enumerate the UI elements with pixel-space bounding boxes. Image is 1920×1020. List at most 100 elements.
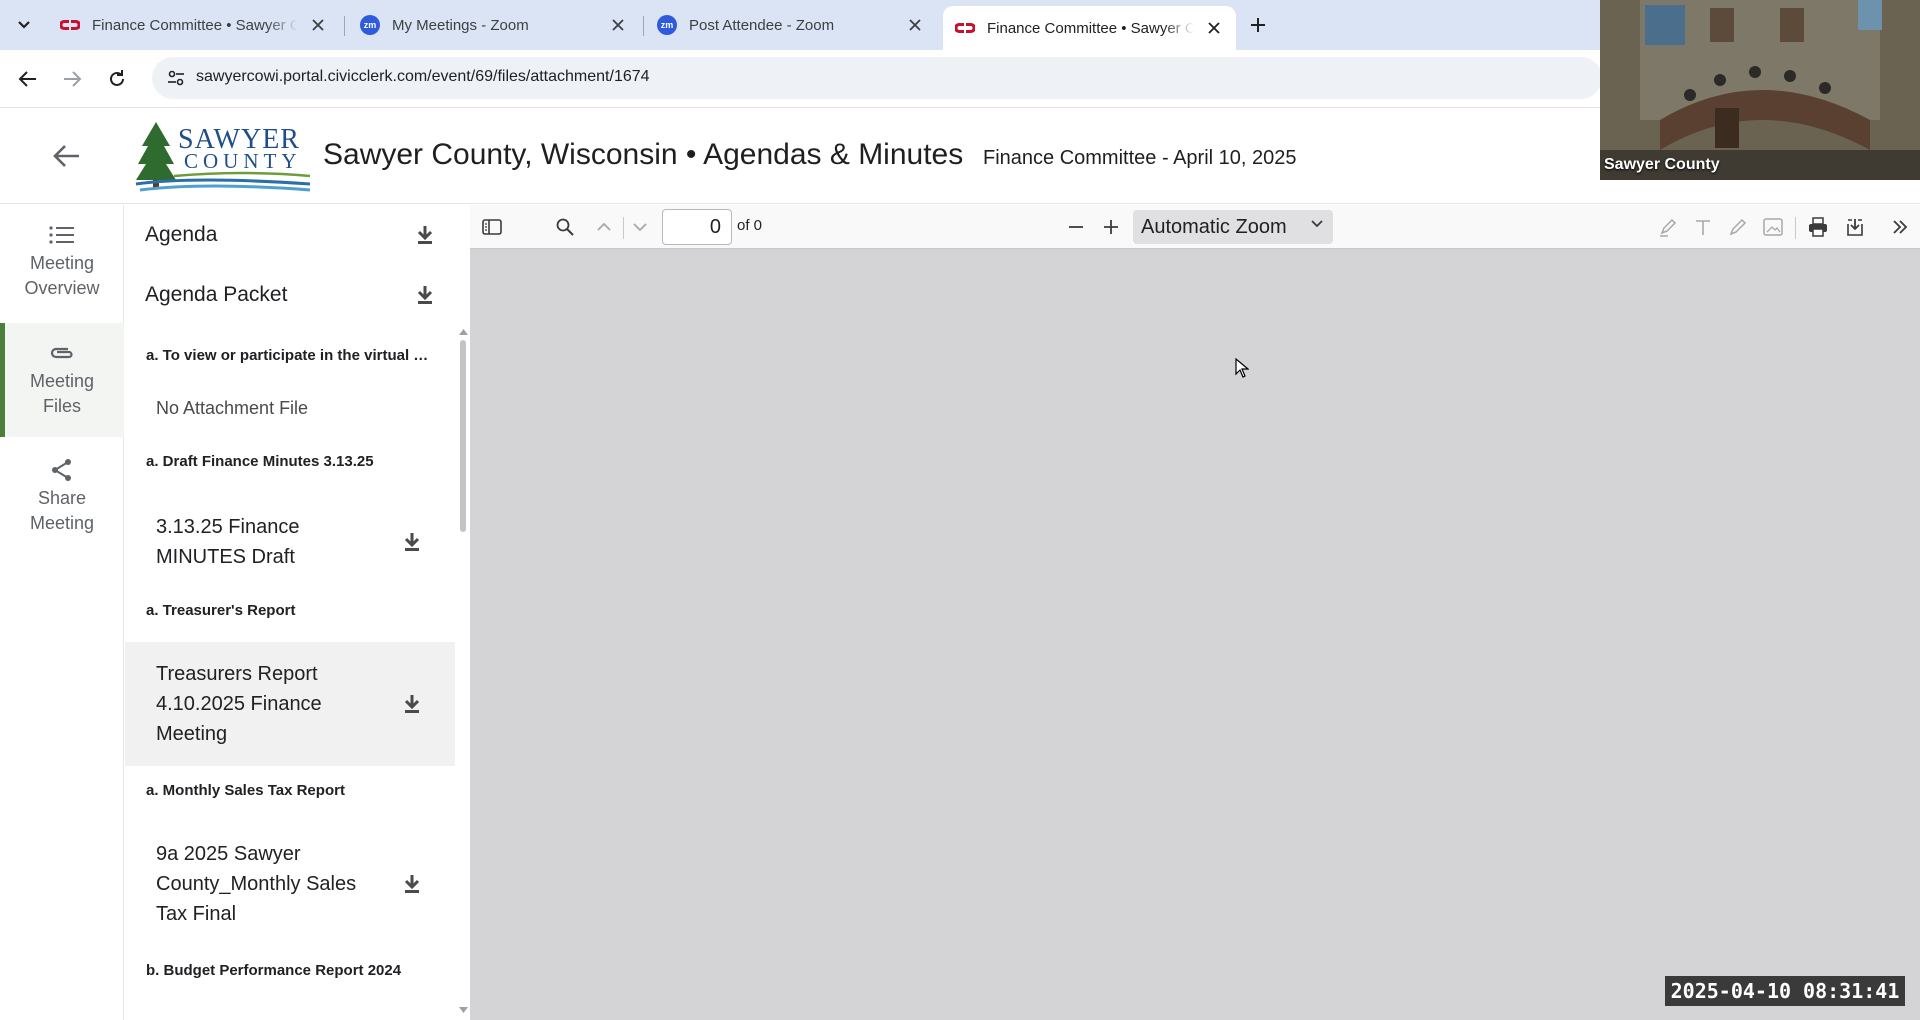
chevron-down-icon [18, 21, 30, 29]
double-chevron-right-icon[interactable] [1888, 215, 1912, 239]
zoom-in-icon[interactable] [1099, 215, 1123, 239]
file-row[interactable]: 9a 2025 Sawyer County_Monthly Sales Tax … [125, 822, 455, 946]
next-page-icon[interactable] [628, 215, 652, 239]
rail-label: Meeting [29, 371, 95, 391]
meeting-files-panel: Agenda Agenda Packet a. To view or parti… [125, 205, 470, 1020]
tab-title: Finance Committee • Sawyer County [92, 16, 298, 34]
back-arrow-icon[interactable] [52, 143, 82, 169]
files-scrollbar-thumb[interactable] [460, 340, 466, 532]
rail-item-meeting-overview[interactable]: Meeting Overview [0, 205, 124, 319]
toolbar-divider [623, 217, 624, 239]
download-icon[interactable] [402, 531, 422, 553]
file-name: Treasurers Report 4.10.2025 Finance Meet… [156, 663, 322, 745]
forward-button[interactable] [57, 64, 87, 94]
no-attachment-text: No Attachment File [156, 398, 309, 418]
file-name: 9a 2025 Sawyer County_Monthly Sales Tax … [156, 843, 357, 925]
file-name: 3.13.25 Finance MINUTES Draft [156, 516, 300, 568]
download-icon[interactable] [402, 693, 422, 715]
agenda-label: Agenda [145, 223, 218, 246]
scroll-down-icon[interactable] [459, 1007, 468, 1013]
chevron-down-icon [1311, 220, 1323, 228]
image-icon[interactable] [1761, 215, 1785, 239]
download-icon[interactable] [415, 284, 435, 306]
arrow-left-icon [18, 71, 36, 87]
svg-text:COUNTY: COUNTY [184, 149, 302, 173]
close-icon[interactable] [1204, 18, 1224, 38]
scroll-up-icon[interactable] [459, 329, 468, 335]
video-participant-label: Sawyer County [1604, 156, 1720, 173]
rail-label: Overview [24, 278, 100, 298]
print-icon[interactable] [1806, 215, 1830, 239]
browser-tab-4-active[interactable]: Finance Committee • Sawyer County [943, 6, 1236, 50]
pdf-toolbar: 0 of 0 Automatic Zoom [470, 205, 1920, 249]
section-label: a. To view or participate in the virtual… [146, 347, 429, 364]
page-count-text: of 0 [737, 217, 763, 234]
text-tool-icon[interactable] [1691, 215, 1715, 239]
files-scrollbar[interactable] [455, 205, 470, 1020]
address-bar[interactable]: sawyercowi.portal.civicclerk.com/event/6… [152, 57, 1602, 99]
file-row[interactable]: 3.13.25 Finance MINUTES Draft [125, 495, 455, 589]
zoom-icon: zm [360, 15, 380, 35]
share-icon [48, 458, 76, 482]
file-row[interactable]: Treasurers Report 4.10.2025 Finance Meet… [125, 642, 455, 766]
tab-title: My Meetings - Zoom [392, 16, 529, 34]
section-label: a. Draft Finance Minutes 3.13.25 [146, 453, 374, 470]
highlight-icon[interactable] [1656, 215, 1680, 239]
sawyer-county-logo[interactable]: SAWYER COUNTY [134, 118, 314, 196]
previous-page-icon[interactable] [592, 215, 616, 239]
rail-label: Share [37, 488, 87, 508]
close-icon[interactable] [608, 15, 628, 35]
search-icon[interactable] [553, 215, 577, 239]
rail-item-meeting-files[interactable]: Meeting Files [0, 323, 124, 437]
meeting-room-video-image [1600, 0, 1920, 180]
tab-title: Finance Committee • Sawyer County [987, 19, 1194, 37]
draw-icon[interactable] [1726, 215, 1750, 239]
civicclerk-icon [60, 15, 80, 35]
tab-title: Post Attendee - Zoom [689, 16, 835, 34]
page-number-input[interactable]: 0 [662, 209, 732, 245]
tab-divider [344, 16, 345, 36]
plus-icon [1251, 18, 1265, 32]
tab-divider [643, 16, 644, 36]
back-button[interactable] [13, 64, 43, 94]
recording-timestamp: 2025-04-10 08:31:41 [1665, 976, 1905, 1006]
close-icon[interactable] [308, 15, 328, 35]
rail-label: Meeting [29, 513, 95, 533]
meeting-title: Finance Committee - April 10, 2025 [983, 147, 1297, 169]
save-icon[interactable] [1843, 215, 1867, 239]
new-tab-button[interactable] [1244, 11, 1272, 39]
list-icon [48, 223, 76, 247]
url-text: sawyercowi.portal.civicclerk.com/event/6… [196, 68, 650, 85]
zoom-icon: zm [657, 15, 677, 35]
civicclerk-icon [955, 18, 975, 38]
pdf-viewer[interactable]: 0 of 0 Automatic Zoom [470, 205, 1920, 1020]
paperclip-icon [48, 341, 76, 365]
site-settings-icon[interactable] [166, 68, 186, 88]
rail-label: Meeting [29, 253, 95, 273]
reload-button[interactable] [102, 64, 132, 94]
zoom-out-icon[interactable] [1064, 215, 1088, 239]
section-label: b. Budget Performance Report 2024 [146, 962, 402, 979]
toolbar-divider [1795, 217, 1796, 239]
section-label: a. Monthly Sales Tax Report [146, 782, 345, 799]
rail-item-share-meeting[interactable]: Share Meeting [0, 440, 124, 554]
browser-tab-3[interactable]: zm Post Attendee - Zoom [645, 6, 937, 44]
mouse-cursor-icon [1235, 358, 1249, 378]
zoom-select[interactable]: Automatic Zoom [1133, 210, 1333, 244]
browser-tab-1[interactable]: Finance Committee • Sawyer County [48, 6, 340, 44]
video-feed-thumbnail[interactable]: Sawyer County [1600, 0, 1920, 180]
sidebar-toggle-icon[interactable] [480, 215, 504, 239]
reload-icon [110, 70, 124, 86]
meeting-nav-rail: Meeting Overview Meeting Files Share Mee… [0, 205, 124, 1020]
download-icon[interactable] [402, 873, 422, 895]
zoom-value: Automatic Zoom [1141, 216, 1287, 238]
tab-list-button[interactable] [10, 12, 38, 38]
site-title: Sawyer County, Wisconsin • Agendas & Min… [323, 138, 964, 171]
arrow-right-icon [64, 71, 82, 87]
download-icon[interactable] [415, 224, 435, 246]
agenda-packet-label: Agenda Packet [145, 283, 288, 306]
section-label: a. Treasurer's Report [146, 602, 296, 619]
rail-label: Files [42, 396, 81, 416]
browser-tab-2[interactable]: zm My Meetings - Zoom [348, 6, 640, 44]
close-icon[interactable] [905, 15, 925, 35]
